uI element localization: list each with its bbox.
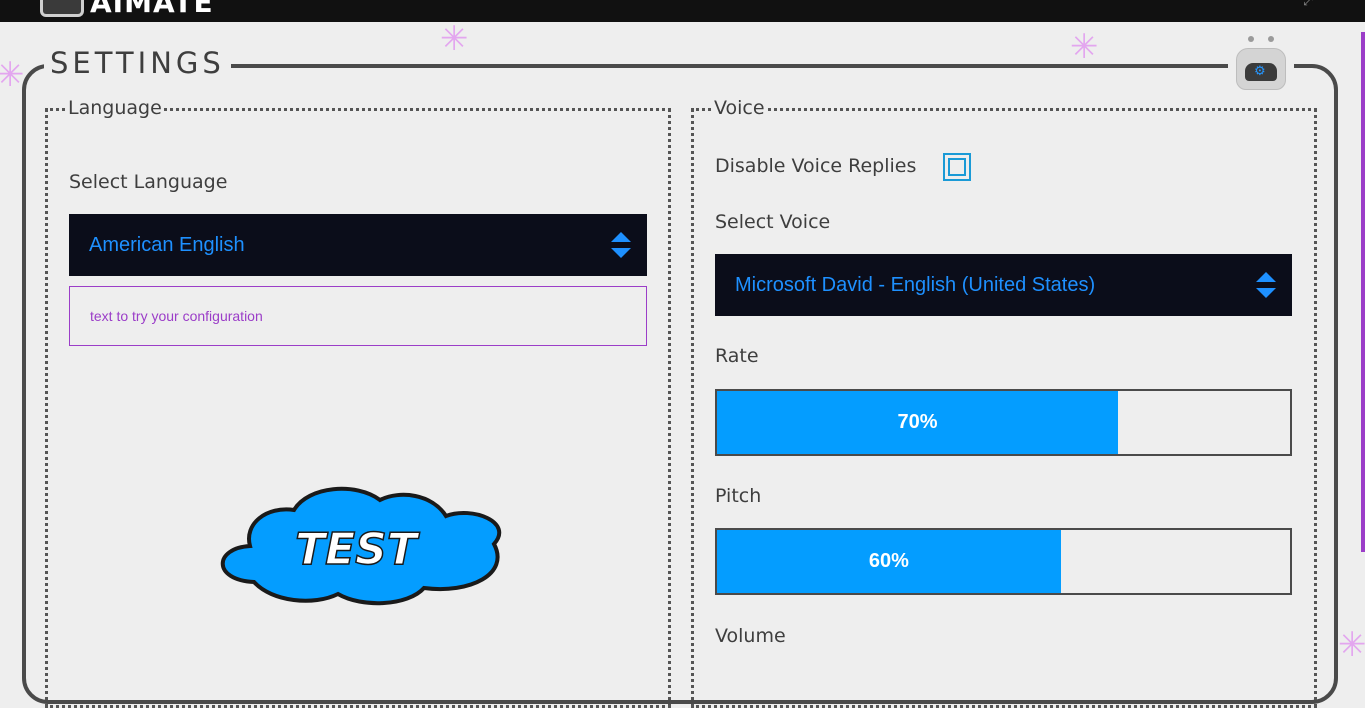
select-voice-label: Select Voice xyxy=(715,211,831,233)
disable-voice-checkbox[interactable] xyxy=(943,153,971,181)
pitch-slider[interactable]: 60% xyxy=(715,528,1292,595)
scrollbar-accent[interactable] xyxy=(1361,32,1365,552)
language-legend: Language xyxy=(66,97,164,119)
disable-voice-label: Disable Voice Replies xyxy=(715,155,917,177)
gear-icon: ⚙ xyxy=(1254,64,1266,79)
language-section: Language xyxy=(45,97,671,708)
sparkle-icon: ✳ xyxy=(0,55,25,95)
cloud-icon: TEST xyxy=(220,486,502,606)
app-title: AIMATE xyxy=(90,0,214,19)
select-language-label: Select Language xyxy=(69,171,228,193)
rate-slider[interactable]: 70% xyxy=(715,389,1292,456)
app-header: AIMATE ⤢ xyxy=(0,0,1365,22)
select-arrows-icon xyxy=(611,232,631,258)
test-text-input[interactable] xyxy=(69,286,647,346)
voice-legend: Voice xyxy=(712,97,767,119)
settings-title: SETTINGS xyxy=(44,46,231,80)
sparkle-icon: ✳ xyxy=(1070,27,1099,67)
sparkle-icon: ✳ xyxy=(440,19,469,59)
test-button[interactable]: TEST xyxy=(210,484,506,608)
rate-value: 70% xyxy=(897,411,938,433)
window-control-icon[interactable]: ⤢ xyxy=(1303,0,1313,9)
voice-select-value: Microsoft David - English (United States… xyxy=(735,273,1096,296)
rate-label: Rate xyxy=(715,345,759,367)
voice-select[interactable]: Microsoft David - English (United States… xyxy=(715,254,1292,316)
pitch-label: Pitch xyxy=(715,485,762,507)
settings-robot-icon: ⚙ xyxy=(1228,30,1294,92)
volume-label: Volume xyxy=(715,625,786,647)
language-select-value: American English xyxy=(89,233,245,256)
select-arrows-icon xyxy=(1256,272,1276,298)
sparkle-icon: ✳ xyxy=(1338,625,1365,665)
pitch-value: 60% xyxy=(868,550,909,572)
app-logo-icon xyxy=(40,0,84,17)
test-button-label: TEST xyxy=(295,524,420,575)
language-select[interactable]: American English xyxy=(69,214,647,276)
